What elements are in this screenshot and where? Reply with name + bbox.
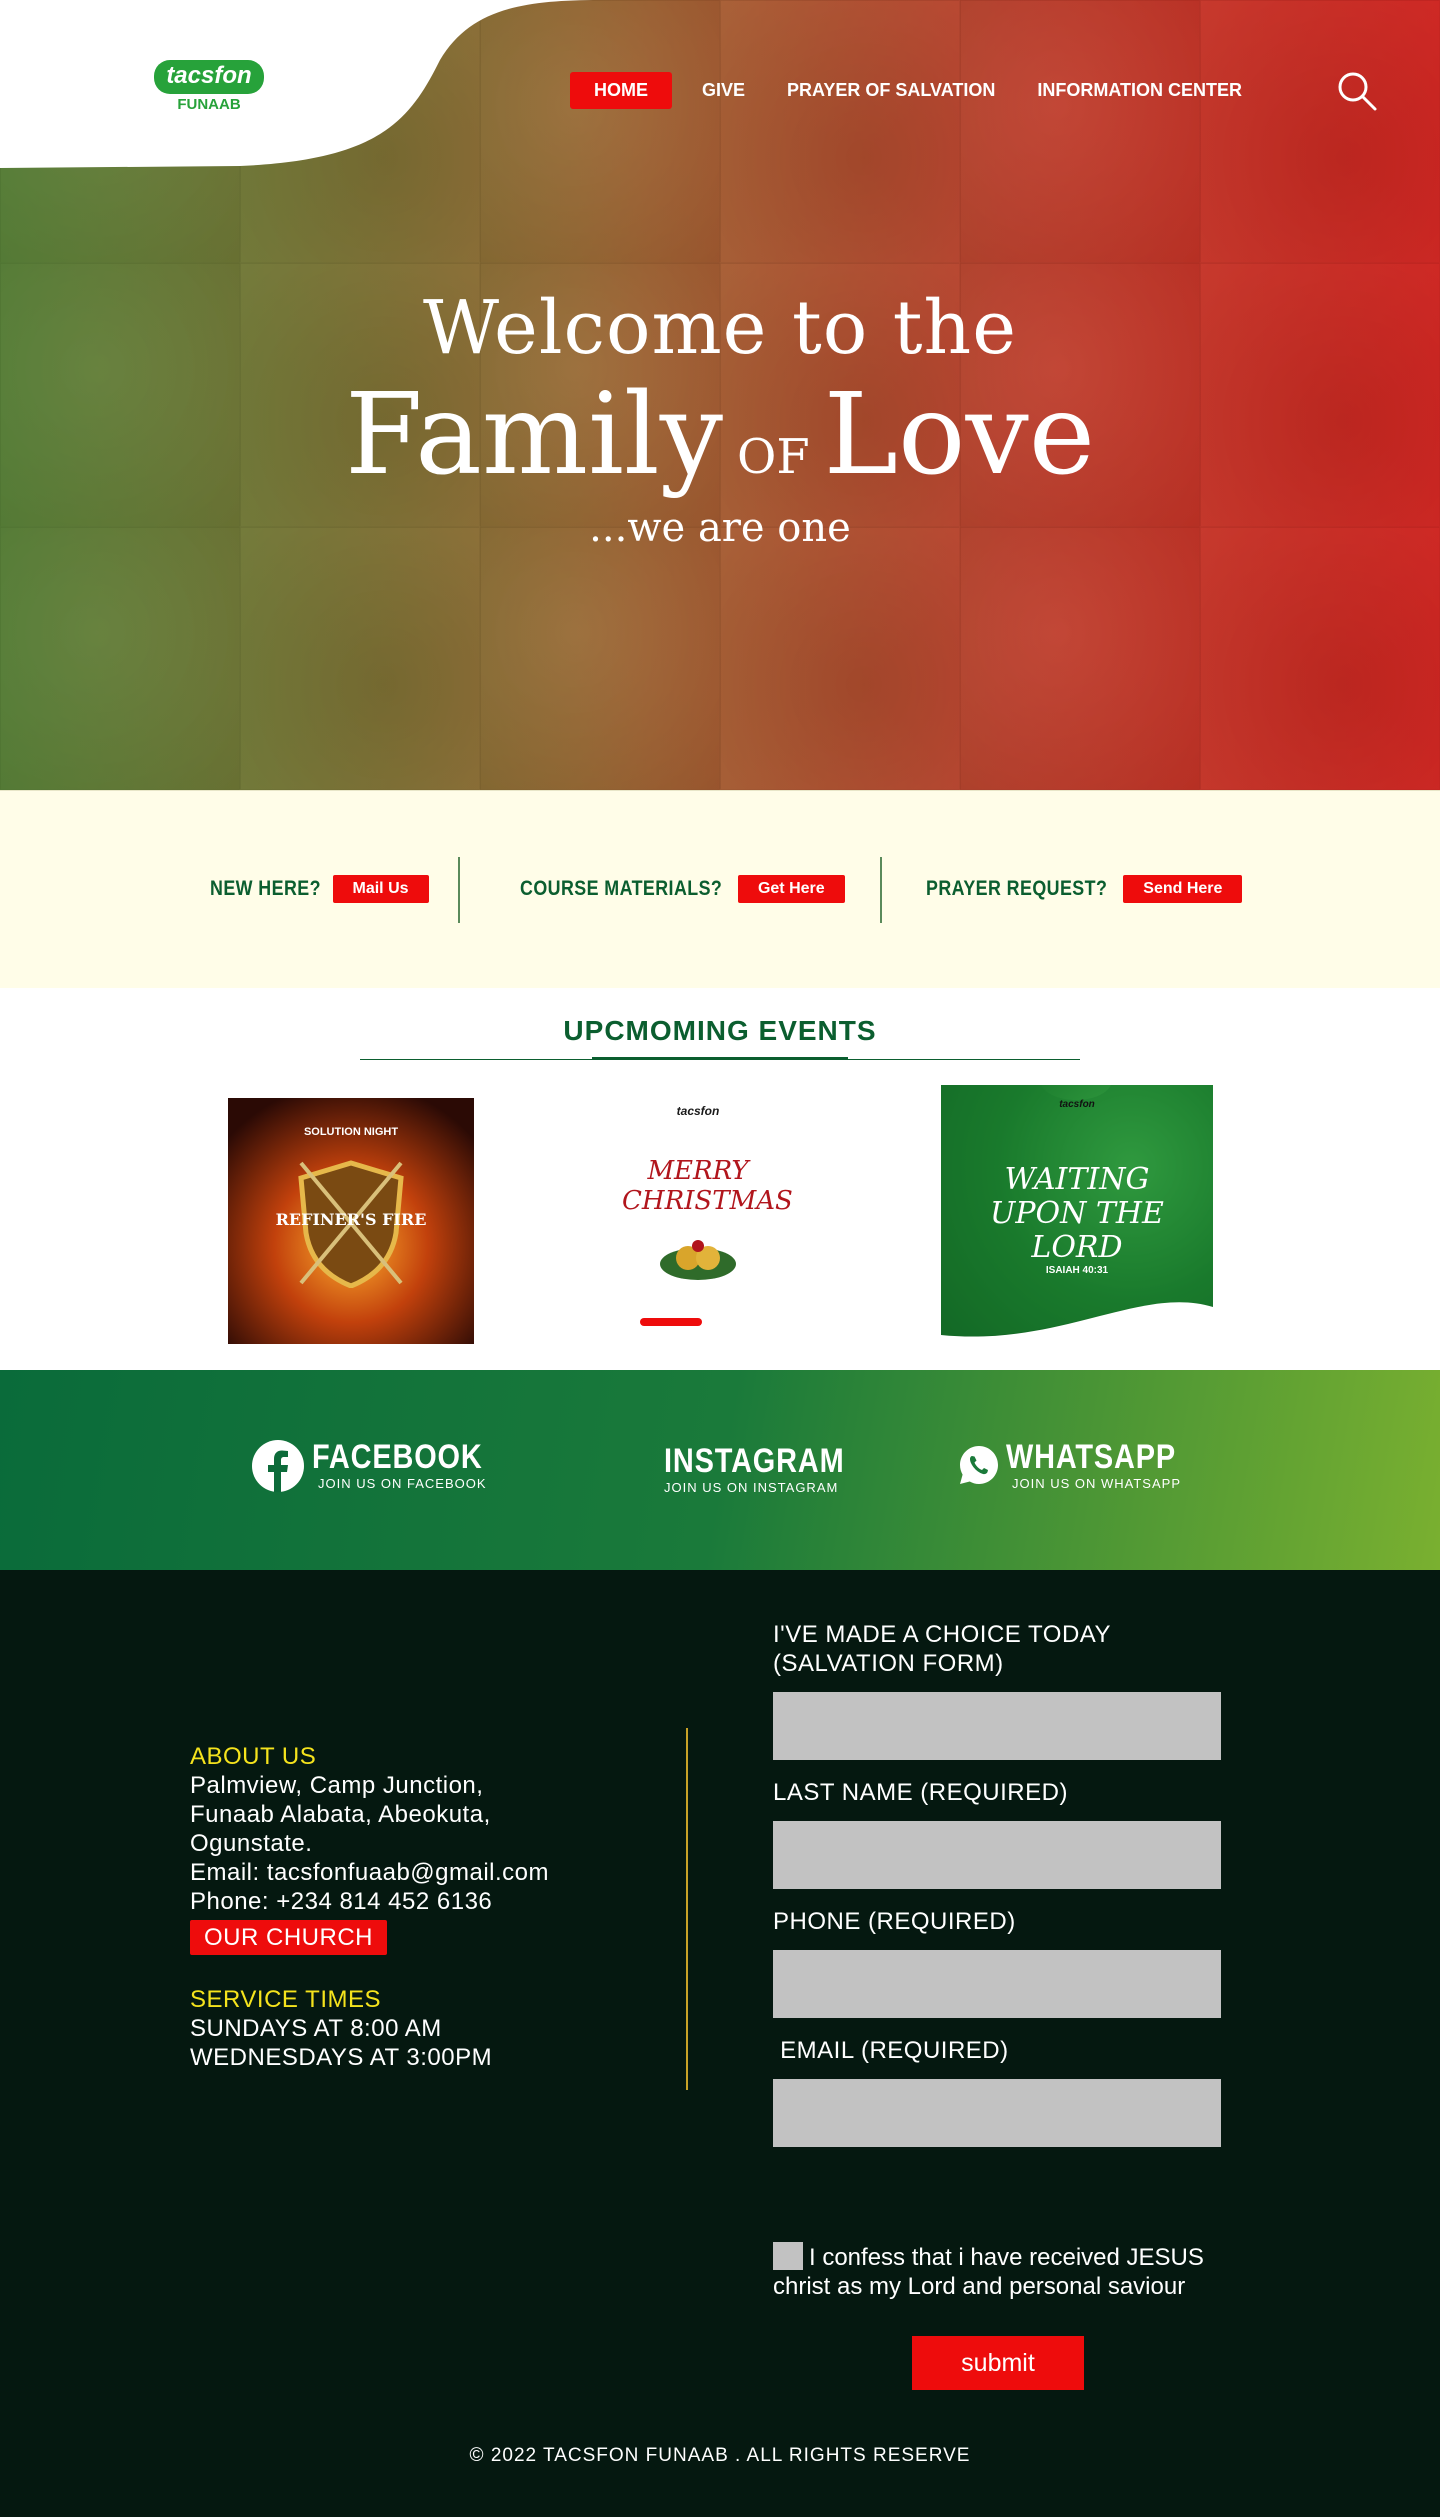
mail-us-button[interactable]: Mail Us	[332, 875, 429, 903]
first-name-field[interactable]	[773, 1692, 1221, 1760]
email-label: EMAIL (REQUIRED)	[773, 2037, 1009, 2064]
contact-email: Email: tacsfonfuaab@gmail.com	[190, 1859, 550, 1886]
poster-title: MERRY CHRISTMAS	[622, 1156, 793, 1216]
whatsapp-icon	[960, 1446, 998, 1484]
events-heading: UPCMOMING EVENTS	[563, 1015, 877, 1046]
contact-phone: Phone: +234 814 452 6136	[190, 1888, 493, 1915]
poster-verse: ISAIAH 40:31	[1045, 1265, 1109, 1276]
poster-top-text: SOLUTION NIGHT	[303, 1126, 399, 1138]
about-heading: ABOUT US	[190, 1743, 317, 1770]
quick-link-prayer-request: PRAYER REQUEST? Send Here	[926, 875, 1243, 903]
email-field[interactable]	[773, 2079, 1221, 2147]
quick-links-bar: NEW HERE? Mail Us COURSE MATERIALS? Get …	[0, 790, 1440, 988]
last-name-field[interactable]	[773, 1821, 1221, 1889]
poster-logo-text: tacsfon	[676, 1104, 720, 1118]
facebook-link[interactable]: FACEBOOK JOIN US ON FACEBOOK	[252, 1440, 513, 1492]
main-nav: HOME GIVE PRAYER OF SALVATION INFORMATIO…	[570, 72, 1284, 109]
nav-information-center[interactable]: INFORMATION CENTER	[1037, 80, 1242, 101]
event-poster-merry-christmas[interactable]: tacsfon MERRY CHRISTMAS	[562, 1086, 834, 1344]
whatsapp-label: WHATSAPP	[1006, 1438, 1177, 1476]
quick-link-label: PRAYER REQUEST?	[926, 877, 1108, 900]
event-poster-refiners-fire[interactable]: SOLUTION NIGHT REFINER'S FIRE	[228, 1098, 474, 1344]
whatsapp-sublabel: JOIN US ON WHATSAPP	[1012, 1476, 1181, 1491]
form-title-line-1: I'VE MADE A CHOICE TODAY	[773, 1621, 1112, 1648]
facebook-sublabel: JOIN US ON FACEBOOK	[318, 1476, 487, 1491]
hero-of-word: OF	[736, 429, 810, 485]
confession-checkbox[interactable]	[773, 2242, 803, 2270]
quick-link-label: COURSE MATERIALS?	[520, 877, 723, 900]
event-poster-waiting-upon-the-lord[interactable]: tacsfon WAITING UPON THE LORD ISAIAH 40:…	[941, 1085, 1213, 1357]
hero-family-word: Family	[344, 370, 723, 500]
facebook-icon	[252, 1440, 304, 1492]
logo-background-shape	[0, 0, 600, 168]
confession-text-line-2: christ as my Lord and personal saviour	[773, 2273, 1186, 2300]
quick-link-label: NEW HERE?	[210, 877, 321, 900]
nav-prayer-of-salvation[interactable]: PRAYER OF SALVATION	[787, 80, 995, 101]
divider	[880, 857, 882, 923]
poster-title: REFINER'S FIRE	[275, 1210, 427, 1229]
instagram-label: INSTAGRAM	[664, 1442, 845, 1480]
whatsapp-link[interactable]: WHATSAPP JOIN US ON WHATSAPP	[958, 1440, 1206, 1491]
footer: ABOUT US Palmview, Camp Junction, Funaab…	[0, 1570, 1440, 2517]
send-here-button[interactable]: Send Here	[1123, 875, 1243, 903]
facebook-label: FACEBOOK	[312, 1438, 483, 1476]
social-bar: FACEBOOK JOIN US ON FACEBOOK INSTAGRAM J…	[0, 1370, 1440, 1570]
logo-subtext: FUNAAB	[177, 96, 241, 113]
nav-give[interactable]: GIVE	[702, 80, 745, 101]
search-icon[interactable]	[1336, 70, 1378, 112]
our-church-button[interactable]: OUR CHURCH	[190, 1920, 387, 1955]
divider	[458, 857, 460, 923]
hero-banner: tacsfon FUNAAB HOME GIVE PRAYER OF SALVA…	[0, 0, 1440, 790]
nav-home[interactable]: HOME	[570, 72, 672, 109]
poster-logo-text: tacsfon	[1059, 1099, 1095, 1110]
service-time-sunday: SUNDAYS AT 8:00 AM	[190, 2015, 442, 2042]
copyright-text: © 2022 TACSFON FUNAAB . ALL RIGHTS RESER…	[469, 2445, 971, 2466]
poster-title: WAITING UPON THE LORD	[990, 1162, 1164, 1265]
last-name-label: LAST NAME (REQUIRED)	[773, 1779, 1068, 1806]
phone-label: PHONE (REQUIRED)	[773, 1908, 1016, 1935]
about-section: ABOUT US Palmview, Camp Junction, Funaab…	[190, 1742, 549, 2072]
service-times-heading: SERVICE TIMES	[190, 1986, 381, 2013]
site-logo[interactable]: tacsfon FUNAAB	[150, 60, 268, 113]
hero-welcome-line: Welcome to the	[423, 285, 1017, 371]
quick-link-new-here: NEW HERE? Mail Us	[210, 875, 429, 903]
form-title-line-2: (SALVATION FORM)	[773, 1650, 1004, 1677]
logo-wordmark: tacsfon	[154, 60, 264, 94]
hero-tagline: ...we are one	[589, 505, 851, 551]
submit-button[interactable]: submit	[912, 2336, 1084, 2390]
address-line-2: Funaab Alabata, Abeokuta,	[190, 1801, 491, 1828]
confession-text-line-1: I confess that i have received JESUS	[809, 2244, 1204, 2271]
salvation-form: I'VE MADE A CHOICE TODAY (SALVATION FORM…	[773, 1620, 1293, 2390]
poster-social-tag	[640, 1318, 702, 1326]
hero-family-of-love: Family OF Love	[0, 370, 1440, 500]
instagram-link[interactable]: INSTAGRAM JOIN US ON INSTAGRAM	[664, 1444, 876, 1495]
phone-field[interactable]	[773, 1950, 1221, 2018]
service-time-wednesday: WEDNESDAYS AT 3:00PM	[190, 2044, 493, 2071]
instagram-sublabel: JOIN US ON INSTAGRAM	[664, 1480, 839, 1495]
address-line-1: Palmview, Camp Junction,	[190, 1772, 484, 1799]
address-line-3: Ogunstate.	[190, 1830, 313, 1857]
quick-link-course-materials: COURSE MATERIALS? Get Here	[520, 875, 845, 903]
confession-checkbox-row: I confess that i have received JESUS chr…	[773, 2242, 1293, 2301]
hero-love-word: Love	[823, 370, 1095, 500]
events-heading-underline	[592, 1057, 848, 1060]
footer-divider	[686, 1728, 688, 2090]
get-here-button[interactable]: Get Here	[737, 875, 845, 903]
christmas-bells-icon	[660, 1240, 736, 1280]
